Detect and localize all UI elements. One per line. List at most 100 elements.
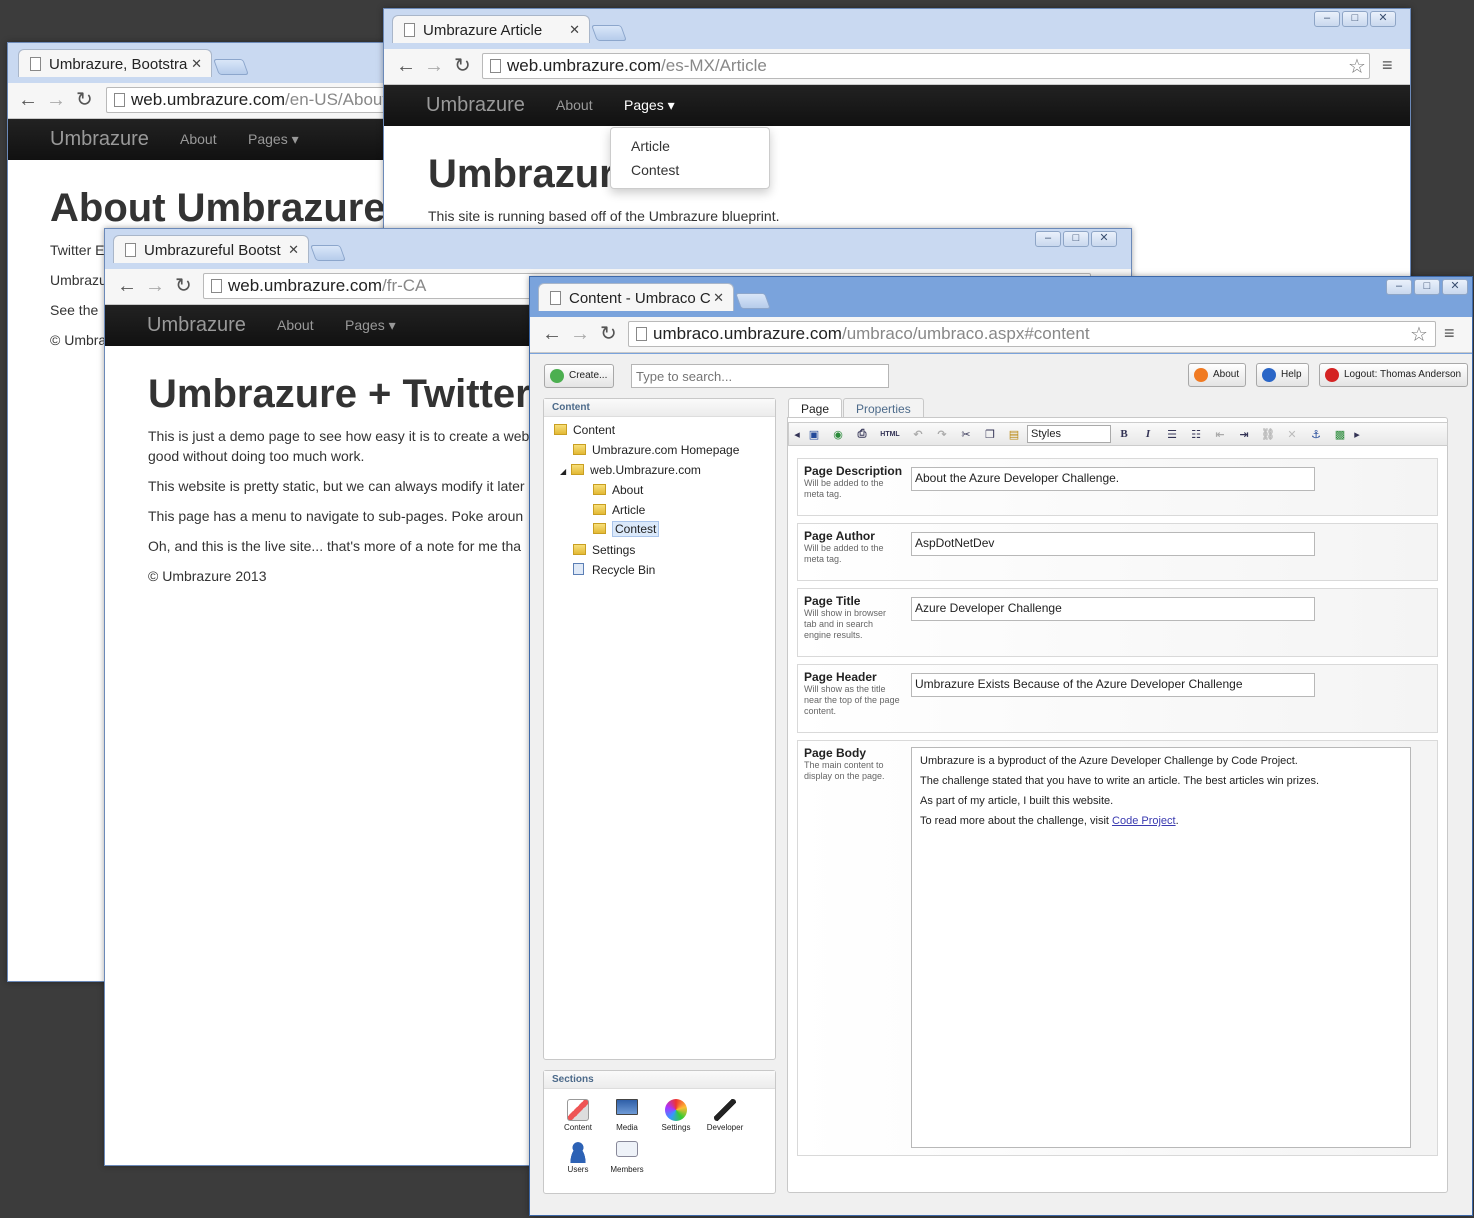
- browser-menu-icon[interactable]: ≡: [1382, 55, 1393, 76]
- section-users[interactable]: Users: [558, 1141, 598, 1174]
- page-body-editor[interactable]: Umbrazure is a byproduct of the Azure De…: [911, 747, 1411, 1148]
- forward-icon[interactable]: →: [570, 323, 590, 345]
- page-author-input[interactable]: AspDotNetDev: [911, 532, 1315, 556]
- forward-icon[interactable]: →: [145, 275, 165, 297]
- tab-umbraco[interactable]: Content - Umbraco C ✕: [538, 283, 734, 311]
- dropdown-item-contest[interactable]: Contest: [611, 158, 769, 182]
- save-publish-icon[interactable]: ◉: [827, 428, 849, 441]
- address-bar[interactable]: web.umbrazure.com/en-US/About: [106, 87, 406, 113]
- about-button[interactable]: About: [1188, 363, 1247, 387]
- tree-node-about[interactable]: About: [593, 483, 643, 497]
- nav-about[interactable]: About: [556, 97, 593, 113]
- anchor-icon[interactable]: ⚓: [1305, 428, 1327, 441]
- close-tab-icon[interactable]: ✕: [713, 290, 724, 306]
- tab-properties[interactable]: Properties: [843, 398, 924, 418]
- page-title-input[interactable]: Azure Developer Challenge: [911, 597, 1315, 621]
- tab-page[interactable]: Page: [788, 398, 843, 418]
- dropdown-item-article[interactable]: Article: [611, 134, 769, 158]
- tree-node-homepage[interactable]: Umbrazure.com Homepage: [573, 443, 739, 457]
- section-media[interactable]: Media: [607, 1099, 647, 1132]
- tree-node-article[interactable]: Article: [593, 503, 645, 517]
- new-tab-button[interactable]: [310, 245, 346, 261]
- toolbar-scroll-right-icon[interactable]: ▸: [1353, 428, 1361, 441]
- browser-toolbar: ← → ↻ web.umbrazure.com/en-US/About: [8, 83, 406, 119]
- address-bar[interactable]: web.umbrazure.com/es-MX/Article: [482, 53, 1370, 79]
- forward-icon[interactable]: →: [46, 89, 66, 111]
- new-tab-button[interactable]: [735, 293, 771, 309]
- reload-icon[interactable]: ↻: [76, 89, 93, 111]
- preview-icon[interactable]: ⎙: [851, 428, 873, 441]
- paste-icon[interactable]: ▤: [1003, 428, 1025, 441]
- logout-button[interactable]: Logout: Thomas Anderson: [1319, 363, 1469, 387]
- back-icon[interactable]: ←: [18, 89, 38, 111]
- insert-image-icon[interactable]: ▩: [1329, 428, 1351, 441]
- save-icon[interactable]: ▣: [803, 428, 825, 441]
- back-icon[interactable]: ←: [396, 55, 416, 77]
- close-tab-icon[interactable]: ✕: [288, 242, 299, 258]
- bookmark-star-icon[interactable]: ☆: [1348, 54, 1366, 79]
- tab-article[interactable]: Umbrazure Article ✕: [392, 15, 590, 43]
- close-tab-icon[interactable]: ✕: [569, 22, 580, 38]
- section-content[interactable]: Content: [558, 1099, 598, 1132]
- bullet-list-icon[interactable]: ☰: [1161, 428, 1183, 441]
- bookmark-star-icon[interactable]: ☆: [1410, 322, 1428, 347]
- cut-icon[interactable]: ✂: [955, 428, 977, 441]
- indent-icon[interactable]: ⇥: [1233, 428, 1255, 441]
- tree-node-recycle-bin[interactable]: Recycle Bin: [573, 563, 655, 577]
- nav-pages[interactable]: Pages ▾: [248, 131, 299, 148]
- nav-pages[interactable]: Pages ▾: [345, 317, 396, 334]
- section-members[interactable]: Members: [607, 1141, 647, 1174]
- tab-twitter[interactable]: Umbrazureful Bootst ✕: [113, 235, 309, 263]
- section-developer[interactable]: Developer: [705, 1099, 745, 1132]
- browser-menu-icon[interactable]: ≡: [1444, 323, 1455, 344]
- section-settings[interactable]: Settings: [656, 1099, 696, 1132]
- property-label: Page Header: [804, 670, 877, 684]
- property-label: Page Body: [804, 746, 867, 760]
- redo-icon[interactable]: ↷: [931, 428, 953, 441]
- nav-pages[interactable]: Pages ▾: [624, 97, 675, 114]
- forward-icon[interactable]: →: [424, 55, 444, 77]
- site-brand[interactable]: Umbrazure: [50, 128, 149, 151]
- code-project-link[interactable]: Code Project: [1112, 815, 1176, 827]
- search-input[interactable]: [631, 364, 889, 388]
- tree-node-site[interactable]: ◢ web.Umbrazure.com: [560, 463, 701, 477]
- close-tab-icon[interactable]: ✕: [191, 56, 202, 72]
- italic-icon[interactable]: I: [1137, 428, 1159, 440]
- unlink-icon[interactable]: ✕: [1281, 428, 1303, 441]
- bold-icon[interactable]: B: [1113, 428, 1135, 440]
- reload-icon[interactable]: ↻: [600, 323, 617, 345]
- url-path: /en-US/About: [285, 90, 388, 109]
- site-brand[interactable]: Umbrazure: [147, 314, 246, 337]
- nav-about[interactable]: About: [180, 131, 217, 147]
- link-icon[interactable]: ⛓: [1257, 428, 1279, 441]
- numbered-list-icon[interactable]: ☷: [1185, 428, 1207, 441]
- nav-about[interactable]: About: [277, 317, 314, 333]
- toolbar-scroll-left-icon[interactable]: ◂: [793, 428, 801, 441]
- new-tab-button[interactable]: [213, 59, 249, 75]
- folder-icon: [554, 424, 567, 435]
- html-source-icon[interactable]: HTML: [875, 431, 905, 438]
- create-button[interactable]: Create...: [544, 364, 615, 388]
- outdent-icon[interactable]: ⇤: [1209, 428, 1231, 441]
- back-icon[interactable]: ←: [117, 275, 137, 297]
- new-tab-button[interactable]: [591, 25, 627, 41]
- page-icon: [550, 291, 561, 305]
- folder-icon: [573, 444, 586, 455]
- page-header-input[interactable]: Umbrazure Exists Because of the Azure De…: [911, 673, 1315, 697]
- back-icon[interactable]: ←: [542, 323, 562, 345]
- reload-icon[interactable]: ↻: [175, 275, 192, 297]
- styles-dropdown[interactable]: Styles: [1027, 425, 1111, 443]
- tree-node-contest[interactable]: Contest: [593, 521, 660, 537]
- help-button[interactable]: Help: [1256, 363, 1309, 387]
- site-brand[interactable]: Umbrazure: [426, 94, 525, 117]
- text-line: Twitter E: [50, 242, 105, 258]
- address-bar[interactable]: umbraco.umbrazure.com/umbraco/umbraco.as…: [628, 321, 1436, 347]
- copy-icon[interactable]: ❐: [979, 428, 1001, 441]
- tab-about[interactable]: Umbrazure, Bootstra ✕: [18, 49, 212, 77]
- expand-arrow-icon[interactable]: ◢: [560, 467, 566, 476]
- tree-node-settings[interactable]: Settings: [573, 543, 635, 557]
- page-description-input[interactable]: About the Azure Developer Challenge.: [911, 467, 1315, 491]
- reload-icon[interactable]: ↻: [454, 55, 471, 77]
- undo-icon[interactable]: ↶: [907, 428, 929, 441]
- tree-node-content[interactable]: Content: [554, 423, 615, 437]
